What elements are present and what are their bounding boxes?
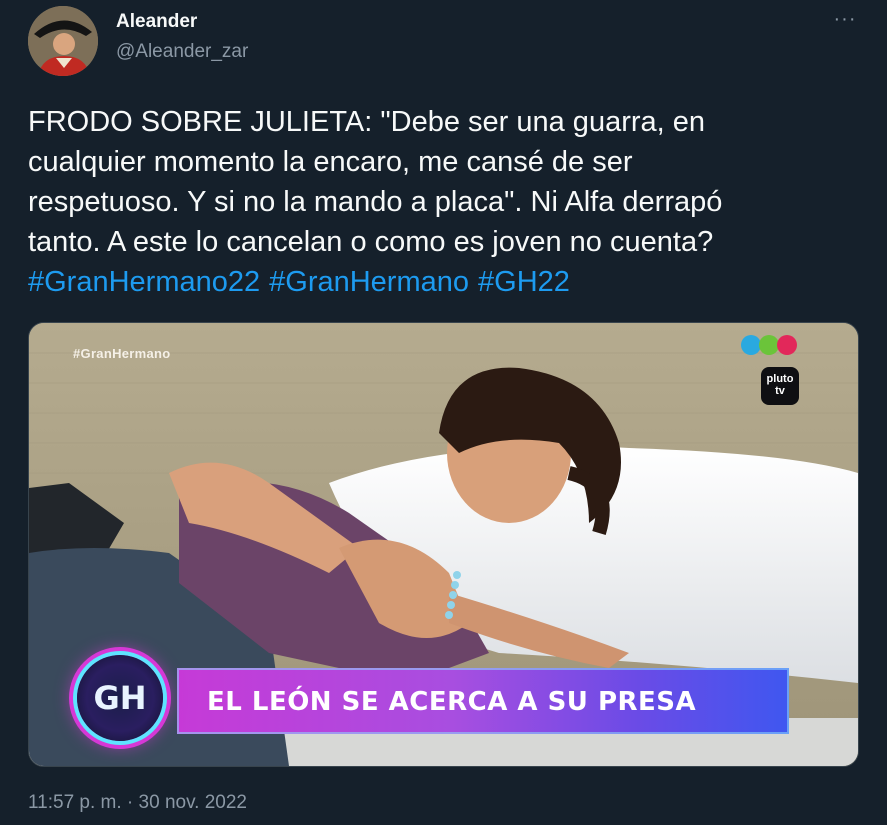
user-handle[interactable]: @Aleander_zar	[116, 41, 248, 63]
show-logo: GH	[77, 655, 163, 741]
pluto-tv-label: pluto tv	[766, 373, 794, 397]
more-options-icon[interactable]: ···	[832, 8, 858, 34]
tweet[interactable]: Aleander @Aleander_zar ··· FRODO SOBRE J…	[0, 0, 887, 825]
tweet-media-image[interactable]: #GranHermano pluto tv EL LEÓN SE ACERCA …	[28, 322, 859, 767]
tweet-timestamp[interactable]: 11:57 p. m. · 30 nov. 2022	[28, 792, 247, 814]
watermark: #GranHermano	[73, 346, 171, 361]
hashtag-link[interactable]: #GranHermano22	[28, 266, 260, 298]
show-logo-text: GH	[93, 679, 147, 717]
lower-third-banner: EL LEÓN SE ACERCA A SU PRESA	[177, 668, 789, 734]
lower-third-text: EL LEÓN SE ACERCA A SU PRESA	[207, 687, 697, 717]
hashtag-link[interactable]: #GH22	[478, 266, 570, 298]
tweet-text: FRODO SOBRE JULIETA: "Debe ser una guarr…	[28, 106, 723, 258]
channel-logo	[741, 335, 797, 360]
hashtags: #GranHermano22 #GranHermano #GH22	[28, 262, 579, 302]
avatar[interactable]	[28, 6, 98, 76]
display-name[interactable]: Aleander	[116, 11, 197, 33]
pluto-tv-logo: pluto tv	[761, 367, 799, 405]
hashtag-link[interactable]: #GranHermano	[269, 266, 469, 298]
